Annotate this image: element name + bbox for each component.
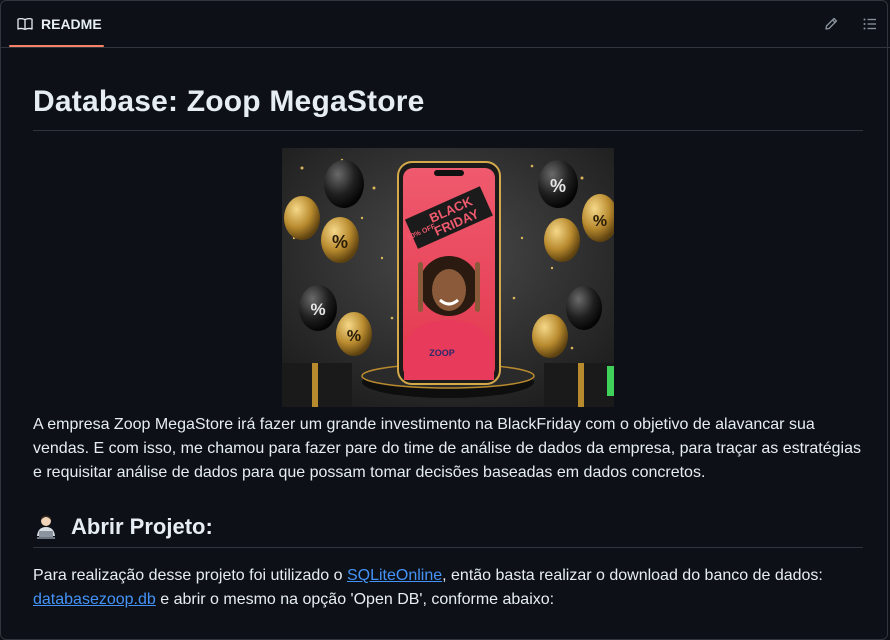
hero-image: % % % % % BLACK FRIDAY 50% OFF ZOOP: [282, 148, 614, 407]
edit-button[interactable]: [821, 14, 841, 34]
svg-text:%: %: [310, 300, 325, 319]
section-heading-text: Abrir Projeto:: [71, 514, 213, 539]
svg-text:ZOOP: ZOOP: [429, 348, 455, 358]
databasezoop-link[interactable]: databasezoop.db: [33, 591, 156, 608]
book-icon: [17, 16, 33, 32]
usage-text-3: e abrir o mesmo na opção 'Open DB', conf…: [155, 591, 555, 608]
readme-body: Database: Zoop MegaStore % % % % % BLACK…: [33, 80, 863, 608]
page-title: Database: Zoop MegaStore: [33, 80, 863, 131]
svg-text:%: %: [593, 213, 607, 230]
outline-button[interactable]: [860, 14, 880, 34]
description-paragraph: A empresa Zoop MegaStore irá fazer um gr…: [33, 416, 861, 481]
active-tab-indicator: [9, 45, 104, 47]
section-heading: Abrir Projeto:: [33, 510, 863, 548]
technologist-icon: [33, 514, 59, 540]
readme-tab-label: README: [41, 16, 102, 32]
readme-tab[interactable]: README: [9, 0, 103, 48]
sqliteonline-link[interactable]: SQLiteOnline: [347, 567, 442, 584]
list-icon: [862, 16, 878, 32]
usage-paragraph: Para realização desse projeto foi utiliz…: [33, 564, 863, 612]
readme-header: README: [0, 0, 890, 48]
usage-text-2: , então basta realizar o download do ban…: [442, 567, 823, 584]
svg-text:%: %: [347, 328, 361, 345]
svg-text:%: %: [332, 232, 348, 252]
svg-text:%: %: [550, 176, 566, 196]
pencil-icon: [823, 16, 839, 32]
usage-text-1: Para realização desse projeto foi utiliz…: [33, 567, 347, 584]
